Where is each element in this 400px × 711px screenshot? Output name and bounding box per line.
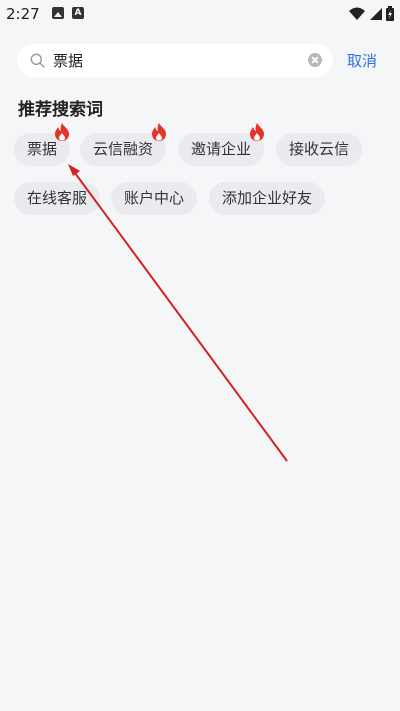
fire-icon	[152, 123, 166, 141]
status-time: 2:27	[6, 5, 40, 23]
clear-icon[interactable]	[308, 53, 322, 67]
status-bar: 2:27 A	[0, 0, 400, 28]
chip-yaoqing-qiye[interactable]: 邀请企业	[178, 123, 265, 166]
fire-icon	[55, 123, 69, 141]
chip-jieshou-yunxin[interactable]: 接收云信	[276, 133, 363, 166]
search-input[interactable]	[53, 44, 293, 77]
search-icon	[30, 53, 45, 68]
chip-tianjia-qiye-haoyou[interactable]: 添加企业好友	[209, 182, 326, 215]
search-box[interactable]	[17, 44, 333, 77]
image-notification-icon	[52, 7, 64, 19]
chip-zaixian-kefu[interactable]: 在线客服	[14, 182, 101, 215]
chip-piaoju[interactable]: 票据	[14, 123, 71, 166]
fire-icon	[250, 123, 264, 141]
battery-icon	[386, 6, 394, 21]
section-title: 推荐搜索词	[18, 100, 103, 120]
chip-yunxin-rongzi[interactable]: 云信融资	[80, 123, 167, 166]
signal-icon	[370, 7, 382, 20]
cancel-button[interactable]: 取消	[347, 50, 377, 71]
wifi-icon	[349, 7, 365, 20]
chip-zhanghu-zhongxin[interactable]: 账户中心	[111, 182, 198, 215]
a-notification-icon: A	[72, 7, 84, 19]
